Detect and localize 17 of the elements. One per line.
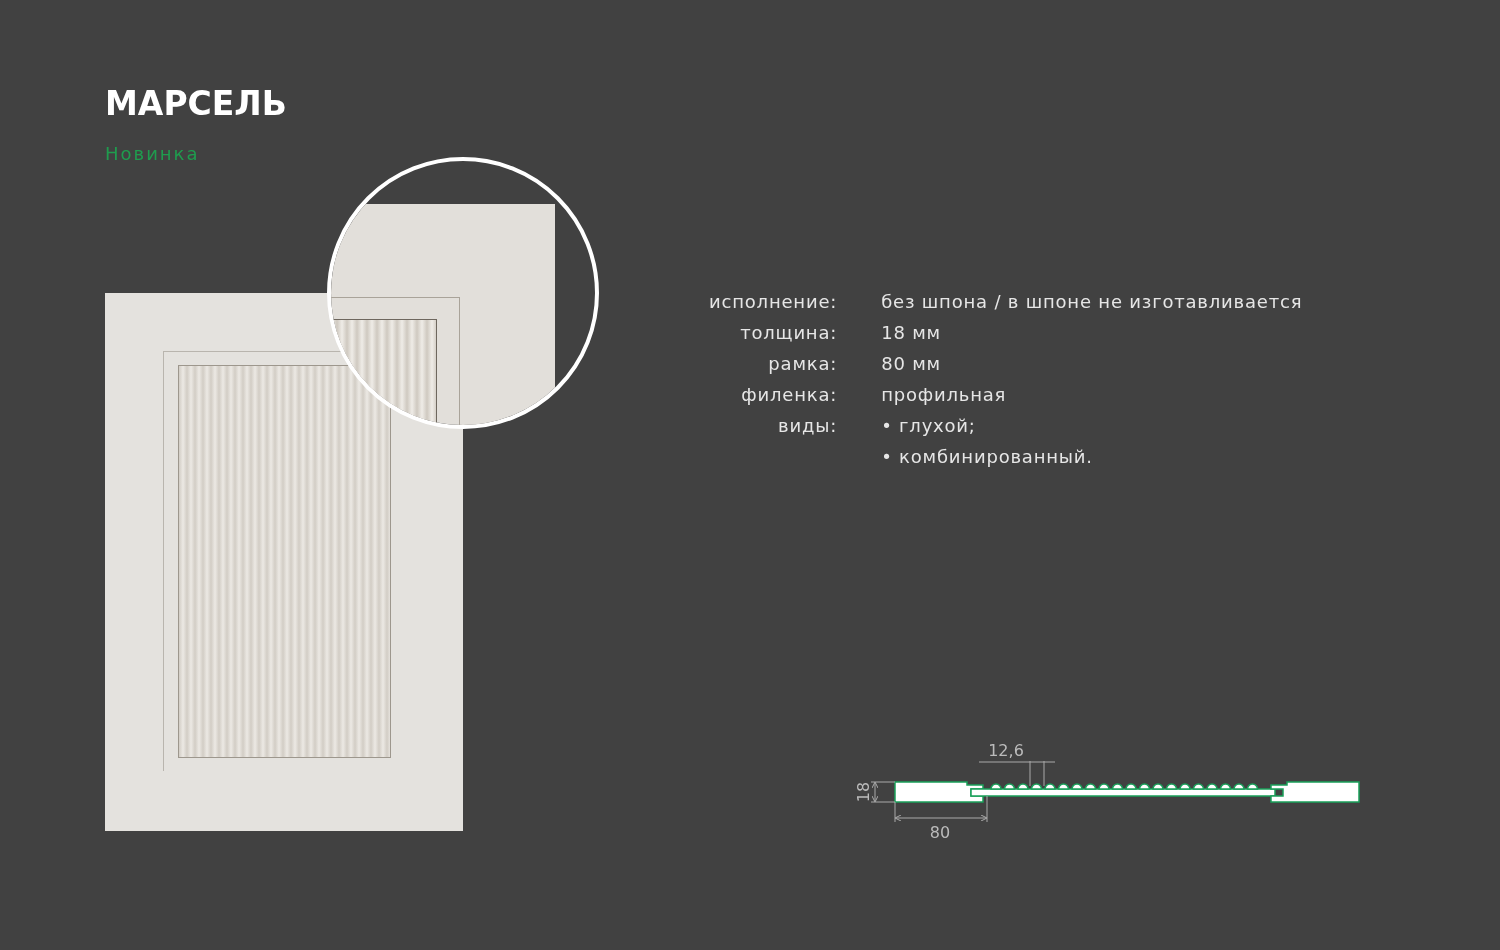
- spec-label: виды:: [778, 415, 838, 436]
- thickness-value: 18: [854, 781, 873, 803]
- spec-value: 80 мм: [881, 352, 941, 375]
- spec-label: рамка:: [768, 353, 838, 374]
- spec-label: филенка:: [741, 384, 838, 405]
- spec-value: • глухой;: [881, 414, 976, 437]
- spec-value: без шпона / в шпоне не изготавливается: [881, 290, 1303, 313]
- pitch-value: 12,6: [988, 741, 1024, 760]
- new-label: Новинка: [105, 142, 200, 166]
- spec-label: толщина:: [740, 322, 838, 343]
- spec-value: профильная: [881, 383, 1007, 406]
- spec-value: • комбинированный.: [881, 445, 1093, 468]
- page-title: МАРСЕЛЬ: [105, 84, 287, 124]
- spec-label: исполнение:: [709, 291, 838, 312]
- thickness-dimension-line: [870, 781, 896, 803]
- spec-value: 18 мм: [881, 321, 941, 344]
- width-value: 80: [929, 823, 951, 842]
